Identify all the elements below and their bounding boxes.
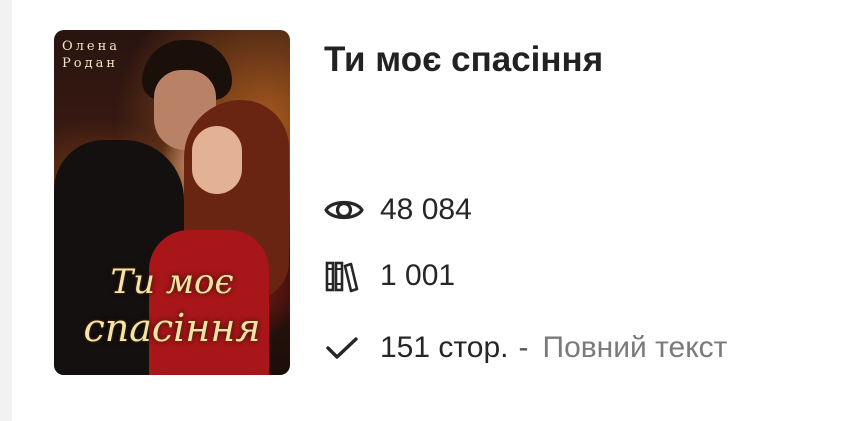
cover-title-line-1: Ти моє — [110, 262, 234, 302]
pages-count: 151 стор. — [380, 331, 509, 364]
book-title[interactable]: Ти моє спасіння — [324, 40, 603, 80]
library-stat: 1 001 — [324, 256, 455, 296]
cover-author-first-name: Олена — [62, 39, 121, 54]
cover-art-woman-dress — [149, 230, 269, 375]
stat-separator: - — [518, 331, 529, 364]
book-card[interactable]: Олена Родан Ти моє спасіння Ти моє спасі… — [12, 0, 862, 421]
views-count: 48 084 — [380, 193, 472, 226]
eye-icon — [324, 190, 366, 230]
books-icon — [324, 256, 366, 296]
pages-stat: 151 стор. - Повний текст — [324, 328, 727, 368]
cover-author: Олена Родан — [62, 38, 120, 72]
cover-author-last-name: Родан — [62, 56, 118, 71]
check-icon — [324, 328, 366, 368]
cover-art-woman-face — [192, 126, 242, 194]
book-cover-image[interactable]: Олена Родан Ти моє спасіння — [54, 30, 290, 375]
views-stat: 48 084 — [324, 190, 472, 230]
library-count: 1 001 — [380, 259, 456, 292]
completion-status: Повний текст — [542, 331, 728, 364]
cover-title-line-2: спасіння — [83, 306, 261, 350]
